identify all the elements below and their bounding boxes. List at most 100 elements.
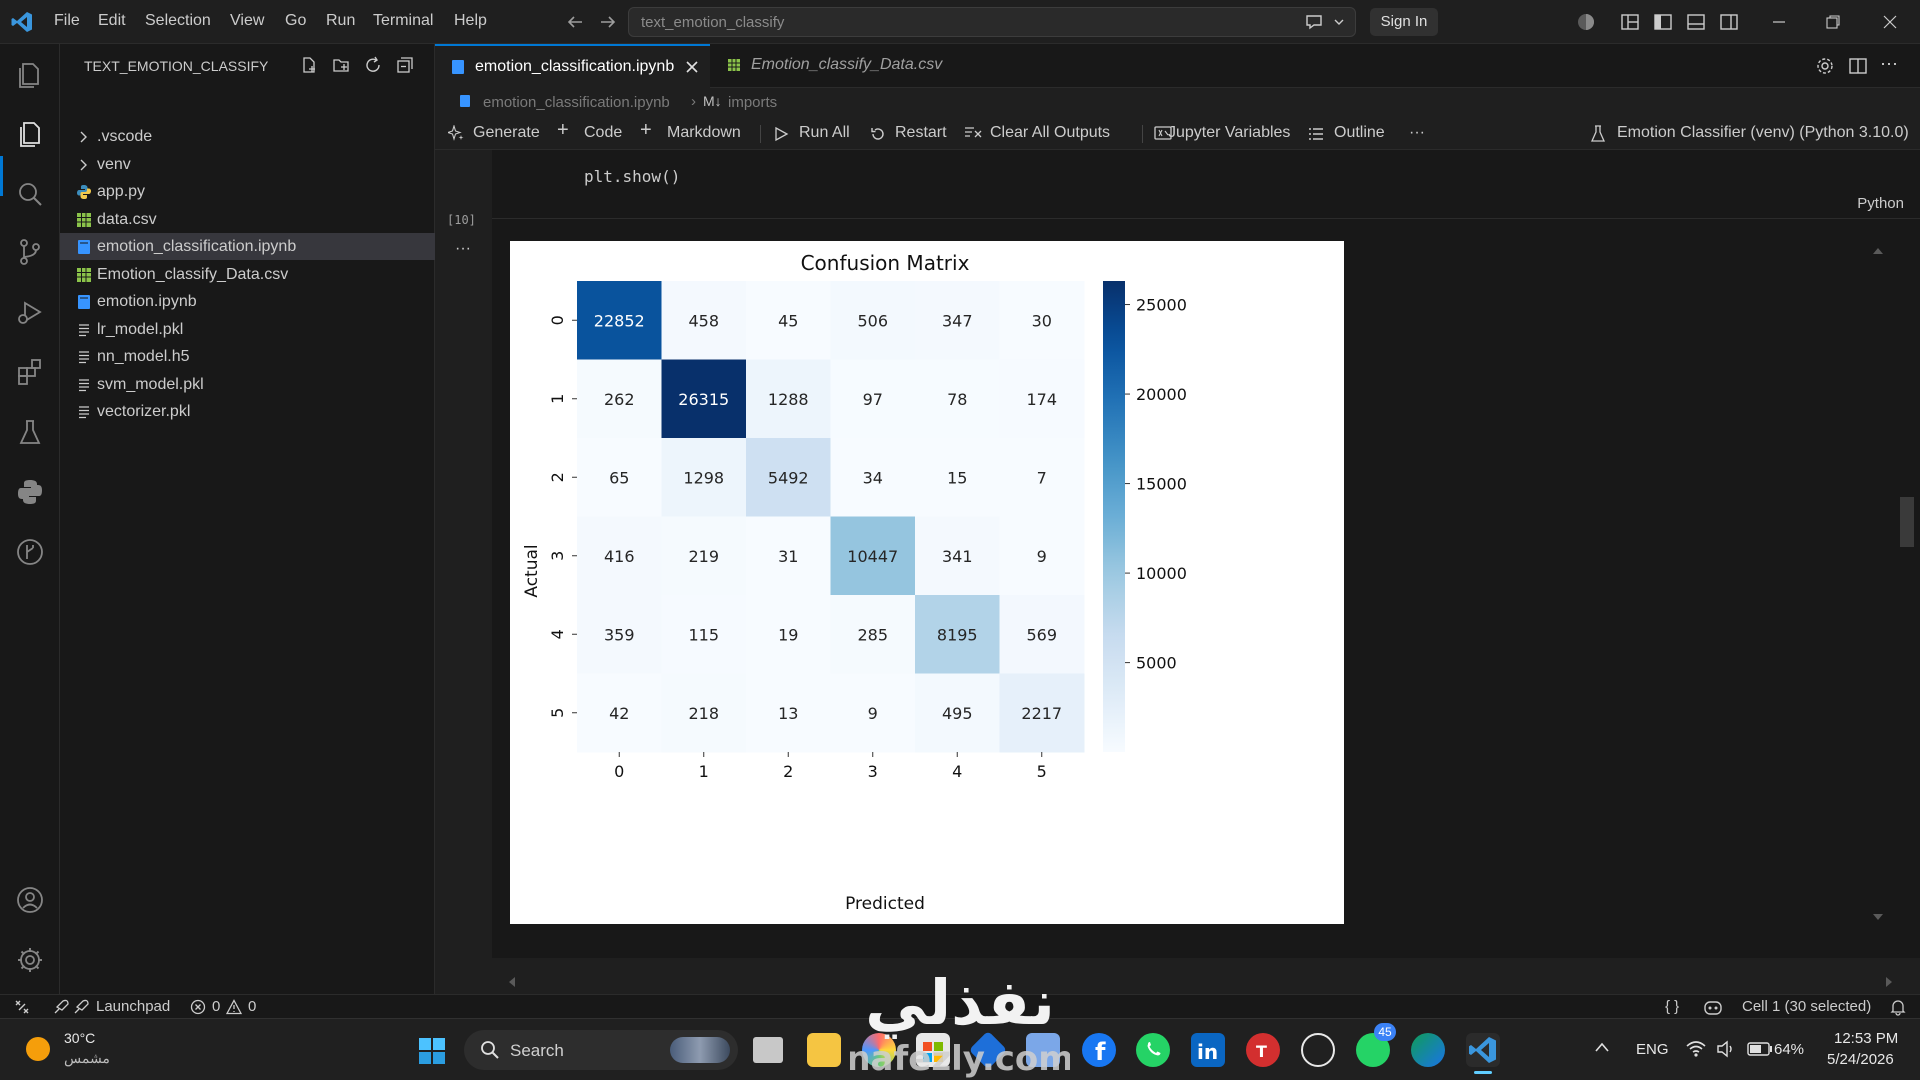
output-menu-icon[interactable]: ··· (455, 240, 471, 258)
facebook-icon[interactable]: f (1082, 1033, 1116, 1067)
chevron-down-icon[interactable] (1333, 16, 1345, 28)
tree-item-svm-model-pkl[interactable]: svm_model.pkl (60, 371, 435, 398)
minimize-icon[interactable] (1771, 14, 1787, 30)
more-actions-icon[interactable]: ⋯ (1880, 54, 1898, 75)
weather-temperature[interactable]: 30°C (64, 1030, 95, 1046)
menu-edit[interactable]: Edit (98, 12, 126, 30)
python-icon[interactable] (14, 476, 46, 508)
whatsapp-business-icon[interactable]: 45 (1356, 1023, 1396, 1067)
clock-date[interactable]: 5/24/2026 (1827, 1051, 1894, 1068)
cell-language-label[interactable]: Python (1857, 195, 1904, 212)
wifi-icon[interactable] (1686, 1040, 1706, 1058)
restart-button[interactable]: Restart (895, 124, 947, 142)
kernel-picker[interactable]: Emotion Classifier (venv) (Python 3.10.0… (1617, 124, 1909, 142)
sign-in-button[interactable]: Sign In (1370, 8, 1438, 36)
toggle-primary-sidebar-icon[interactable] (1653, 12, 1673, 32)
add-code-button[interactable]: Code (584, 124, 622, 142)
task-view-icon[interactable] (753, 1037, 783, 1063)
explorer-files-icon[interactable] (14, 58, 46, 90)
explorer-active-icon[interactable] (14, 118, 46, 150)
menu-run[interactable]: Run (326, 12, 355, 30)
sun-weather-icon[interactable] (26, 1037, 50, 1061)
copilot-status-icon[interactable] (1703, 998, 1723, 1016)
tree-item-lr-model-pkl[interactable]: lr_model.pkl (60, 316, 435, 343)
new-file-icon[interactable] (300, 56, 318, 74)
microsoft-store-icon[interactable] (916, 1033, 950, 1067)
collapse-all-icon[interactable] (396, 56, 414, 74)
scroll-up-arrow-icon[interactable] (1872, 246, 1884, 256)
accounts-icon[interactable] (14, 884, 46, 916)
tree-item-venv[interactable]: venv (60, 151, 435, 178)
tree-item-emotion-ipynb[interactable]: emotion.ipynb (60, 288, 435, 315)
tree-item-app-py[interactable]: app.py (60, 178, 435, 205)
whatsapp-icon[interactable] (1136, 1033, 1170, 1067)
menu-go[interactable]: Go (285, 12, 306, 30)
jupyter-variables-button[interactable]: Jupyter Variables (1168, 124, 1290, 142)
tree-item-vscode[interactable]: .vscode (60, 123, 435, 150)
tab-emotion-classify-data[interactable]: Emotion_classify_Data.csv (711, 44, 951, 88)
tray-overflow-chevron-icon[interactable] (1594, 1041, 1610, 1053)
menu-help[interactable]: Help (454, 12, 487, 30)
scroll-left-arrow-icon[interactable] (507, 976, 517, 988)
toggle-secondary-sidebar-icon[interactable] (1719, 12, 1739, 32)
scroll-down-arrow-icon[interactable] (1872, 912, 1884, 922)
battery-icon[interactable] (1747, 1042, 1773, 1056)
source-control-icon[interactable] (14, 236, 46, 268)
code-line[interactable]: plt.show() (584, 167, 680, 186)
settings-gear-icon[interactable] (14, 944, 46, 976)
breadcrumb-file[interactable]: emotion_classification.ipynb (483, 94, 670, 111)
tree-item-vectorizer-pkl[interactable]: vectorizer.pkl (60, 398, 435, 425)
windows-start-icon[interactable] (418, 1037, 446, 1065)
tree-item-emotion-classification-ipynb[interactable]: emotion_classification.ipynb (60, 233, 435, 260)
close-window-icon[interactable] (1882, 14, 1898, 30)
tab-emotion-classification[interactable]: emotion_classification.ipynb (435, 44, 710, 88)
launchpad-status[interactable]: Launchpad (96, 998, 170, 1015)
vscode-taskbar-icon[interactable] (1466, 1033, 1500, 1074)
edge-browser-icon[interactable] (1411, 1033, 1445, 1067)
extensions-icon[interactable] (14, 356, 46, 388)
tree-item-nn-model-h5[interactable]: nn_model.h5 (60, 343, 435, 370)
forward-arrow-icon[interactable] (599, 13, 617, 31)
widgets-icon[interactable] (862, 1033, 896, 1067)
notebook-settings-icon[interactable] (1815, 56, 1835, 76)
tree-item-emotion-classify-data-csv[interactable]: Emotion_classify_Data.csv (60, 261, 435, 288)
linkedin-icon[interactable]: in (1191, 1033, 1225, 1067)
command-center-search[interactable]: text_emotion_classify (628, 7, 1356, 37)
refresh-icon[interactable] (364, 56, 382, 74)
menu-view[interactable]: View (230, 12, 264, 30)
accounts-circle-icon[interactable] (1576, 12, 1596, 32)
close-tab-icon[interactable] (685, 60, 699, 74)
run-debug-icon[interactable] (14, 296, 46, 328)
remote-indicator-icon[interactable] (14, 999, 30, 1015)
add-markdown-button[interactable]: Markdown (667, 124, 741, 142)
back-arrow-icon[interactable] (566, 13, 584, 31)
notifications-bell-icon[interactable] (1889, 998, 1907, 1016)
search-icon[interactable] (14, 178, 46, 210)
git-graph-icon[interactable] (14, 536, 46, 568)
taskbar-search[interactable]: Search (464, 1030, 738, 1070)
error-count[interactable]: 0 (212, 998, 220, 1015)
azure-app-icon[interactable] (968, 1030, 1008, 1070)
cell-selection-status[interactable]: Cell 1 (30 selected) (1742, 998, 1871, 1015)
scroll-right-arrow-icon[interactable] (1884, 976, 1894, 988)
chatgpt-icon[interactable] (1301, 1033, 1335, 1067)
more-toolbar-icon[interactable]: ··· (1409, 124, 1425, 142)
app-icon[interactable] (1026, 1033, 1060, 1067)
tree-item-data-csv[interactable]: data.csv (60, 206, 435, 233)
copilot-chat-icon[interactable] (1305, 14, 1323, 30)
restore-icon[interactable] (1825, 14, 1841, 30)
breadcrumb-section[interactable]: imports (728, 94, 777, 111)
menu-file[interactable]: File (54, 12, 80, 30)
toggle-panel-icon[interactable] (1686, 12, 1706, 32)
menu-terminal[interactable]: Terminal (373, 12, 433, 30)
input-language[interactable]: ENG (1636, 1041, 1669, 1058)
testing-flask-icon[interactable] (14, 416, 46, 448)
warning-count[interactable]: 0 (248, 998, 256, 1015)
outline-button[interactable]: Outline (1334, 124, 1385, 142)
new-folder-icon[interactable] (332, 56, 350, 74)
file-explorer-icon[interactable] (807, 1033, 841, 1067)
clock-time[interactable]: 12:53 PM (1834, 1030, 1898, 1047)
language-braces-status[interactable]: { } (1665, 998, 1679, 1015)
run-all-button[interactable]: Run All (799, 124, 850, 142)
volume-icon[interactable] (1716, 1040, 1736, 1058)
